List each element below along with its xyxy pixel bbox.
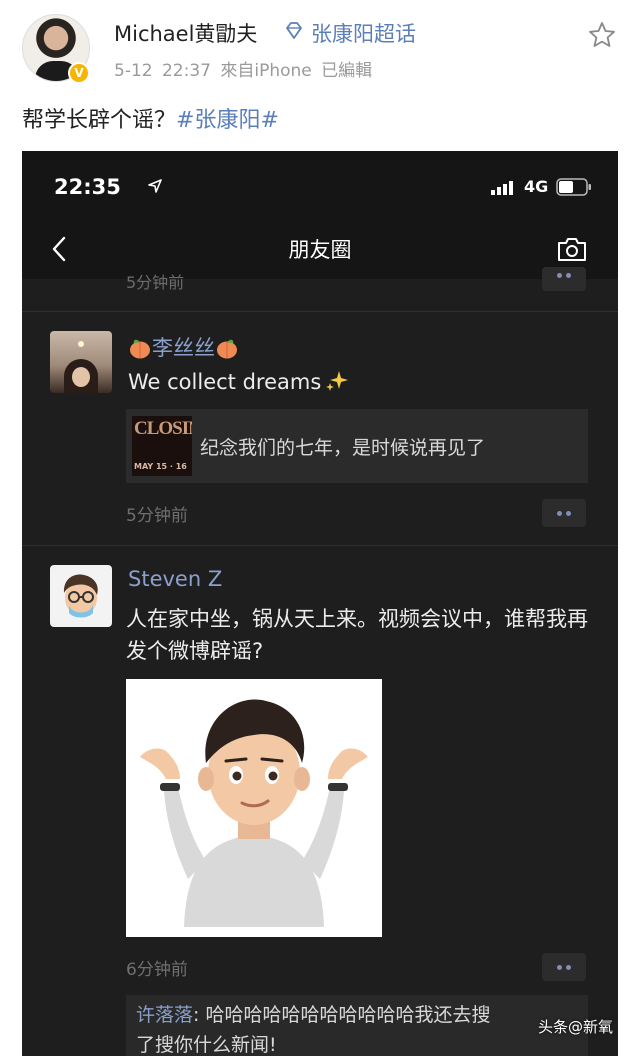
link-thumbnail-title: CLOSIN [134,418,192,439]
moment-text: 人在家中坐，锅从天上来。视频会议中，谁帮我再发个微博辟谣? [126,607,588,663]
camera-icon[interactable] [556,235,588,263]
post-meta: 5-12 22:37 來自iPhone 已編輯 [114,61,373,81]
more-button[interactable] [542,267,586,291]
post-text: 帮学长辟个谣？#张康阳# [22,102,279,134]
status-bar: 22:35 4G [22,151,618,221]
shrug-memoji-icon [140,699,368,927]
more-button[interactable] [542,499,586,527]
memoji-avatar-icon [63,574,98,618]
location-arrow-icon [148,179,162,193]
moment-timestamp: 5分钟前 [126,506,188,526]
shared-link-card[interactable]: CLOSIN MAY 15 · 16 纪念我们的七年，是时候说再见了 [126,409,588,483]
avatar-light [78,341,84,347]
link-thumbnail-subtitle: MAY 15 · 16 [134,462,187,471]
commenter-name[interactable]: 许落落 [136,1004,193,1026]
divider [22,545,618,546]
comment-line: 了搜你什么新闻! [136,1034,277,1056]
sparkles-emoji-icon [326,371,349,391]
star-icon[interactable] [587,20,617,50]
avatar[interactable] [50,331,112,393]
moment-timestamp: 6分钟前 [126,960,188,980]
avatar-face [72,367,90,387]
peach-emoji-icon [130,339,150,359]
moment-author-name: 李丝丝 [152,336,215,360]
comment-box[interactable]: 许落落: 哈哈哈哈哈哈哈哈哈哈哈我还去搜 了搜你什么新闻! [126,995,588,1056]
signal-icon [491,181,513,195]
shrug-memoji-image[interactable] [126,679,382,937]
comment-line: 许落落: 哈哈哈哈哈哈哈哈哈哈哈我还去搜 [136,1000,578,1030]
network-label: 4G [524,177,549,196]
comment-text: : 哈哈哈哈哈哈哈哈哈哈哈我还去搜 [193,1004,491,1026]
more-button[interactable] [542,953,586,981]
status-time: 22:35 [54,175,121,199]
super-topic-link[interactable]: 张康阳超话 [311,18,416,48]
battery-icon [556,178,591,196]
embedded-wechat-screenshot[interactable]: 22:35 4G 朋友圈 5分钟前 李丝丝 We collect dreams … [22,151,618,1056]
moment-author-name[interactable]: Steven Z [128,567,222,591]
peach-emoji-icon [217,339,237,359]
nav-title: 朋友圈 [288,238,352,262]
moment-text: We collect dreams [128,369,349,394]
faded-timestamp: 5分钟前 [126,273,185,292]
link-title: 纪念我们的七年，是时候说再见了 [200,437,486,459]
post-body: 帮学长辟个谣？ [22,108,177,133]
author-name[interactable]: Michael黄勖夫 [114,18,257,48]
watermark: 头条@新氧 [538,1018,614,1036]
diamond-icon [286,22,302,39]
divider [22,311,618,312]
hashtag-link[interactable]: #张康阳# [176,108,279,133]
link-thumbnail: CLOSIN MAY 15 · 16 [132,416,192,476]
avatar[interactable] [50,565,112,627]
moment-author[interactable]: 李丝丝 [128,332,239,362]
verified-badge-icon: V [68,62,90,84]
moment-text-body: We collect dreams [128,370,322,394]
nav-bar: 朋友圈 [22,221,618,279]
